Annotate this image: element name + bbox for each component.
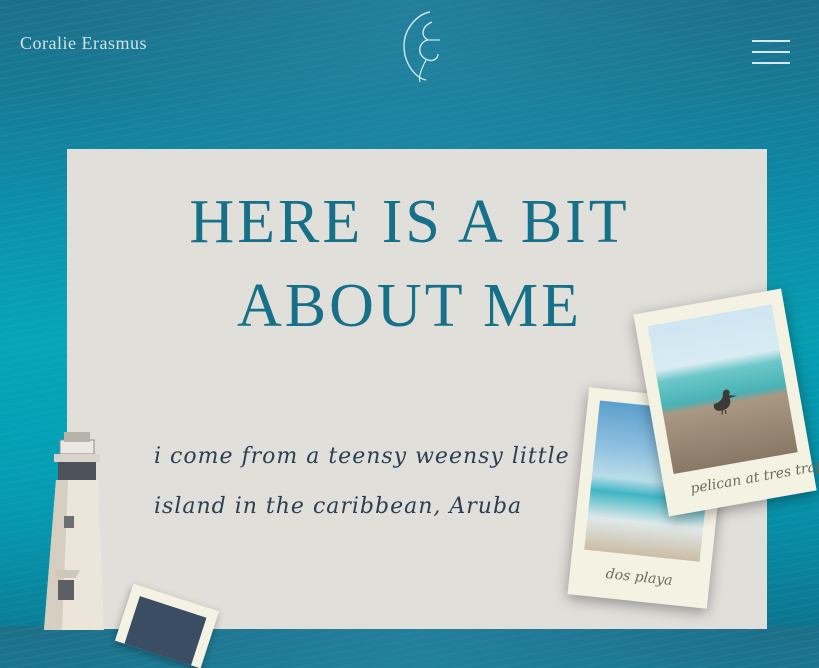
pelican-icon	[713, 389, 738, 415]
lighthouse-image	[44, 432, 104, 630]
menu-button[interactable]	[752, 40, 790, 66]
headline-line-1: HERE IS A BIT	[189, 188, 630, 256]
ce-monogram-icon[interactable]	[396, 6, 452, 86]
bio-line-1: i come from a teensy weensy little	[154, 444, 570, 469]
hamburger-menu-icon	[752, 40, 790, 42]
site-name[interactable]: Coralie Erasmus	[20, 33, 147, 54]
bio-line-2: island in the caribbean, Aruba	[154, 494, 523, 519]
headline-line-2: ABOUT ME	[237, 272, 582, 340]
polaroid-caption: dos playa	[604, 566, 674, 589]
bio-text: i come from a teensy weensy little islan…	[154, 432, 574, 532]
